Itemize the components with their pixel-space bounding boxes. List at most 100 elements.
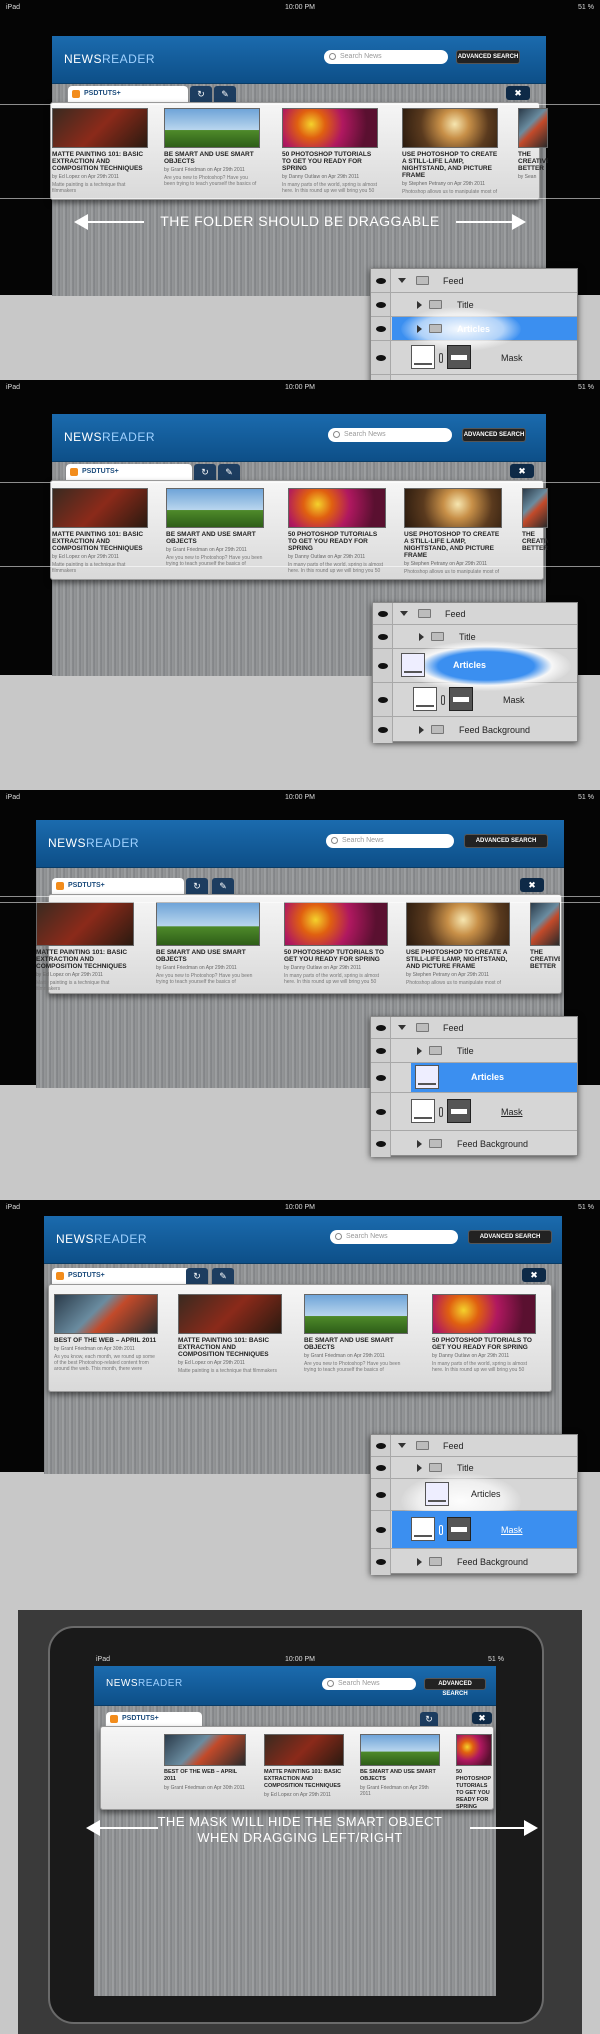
folder-tab[interactable]: PSDTUTS+ bbox=[106, 1712, 202, 1726]
article-card[interactable]: THE CREATIVE BETTER bbox=[530, 902, 560, 970]
tools-button[interactable]: ✎ bbox=[212, 1268, 234, 1284]
search-input[interactable]: Search News bbox=[326, 834, 454, 848]
layer-articles[interactable]: Articles bbox=[371, 1473, 577, 1529]
tools-button[interactable]: ✎ bbox=[212, 878, 234, 894]
layer-mask[interactable]: Mask bbox=[371, 1511, 577, 1549]
article-card[interactable]: BE SMART AND USE SMART OBJECTS by Grant F… bbox=[156, 902, 260, 985]
layers-panel: Feed Title Articles Mask Feed Background bbox=[372, 602, 578, 743]
layer-thumbnail bbox=[411, 345, 435, 369]
layer-feed[interactable]: Feed bbox=[373, 603, 577, 625]
advanced-search-button[interactable]: ADVANCED SEARCH bbox=[456, 50, 520, 64]
arrow-right-icon bbox=[470, 1820, 538, 1836]
nav-bar: NEWSREADER Search News ADVANCED SEARCH bbox=[52, 36, 546, 84]
layer-articles[interactable]: Articles bbox=[371, 307, 577, 351]
article-card[interactable]: 50 PHOTOSHOP TUTORIALS TO GET YOU READY … bbox=[456, 1734, 492, 1811]
article-card[interactable]: BEST OF THE WEB – APRIL 2011 by Grant Fri… bbox=[164, 1734, 246, 1791]
layer-mask[interactable]: Mask bbox=[371, 1093, 577, 1131]
folder-tab[interactable]: PSDTUTS+ bbox=[52, 1268, 194, 1284]
search-input[interactable]: Search News bbox=[324, 50, 448, 64]
layer-articles[interactable]: Articles bbox=[373, 641, 577, 691]
article-card[interactable]: MATTE PAINTING 101: BASIC EXTRACTION AND… bbox=[264, 1734, 344, 1798]
logo: NEWSREADER bbox=[56, 1232, 148, 1246]
article-card[interactable]: 50 PHOTOSHOP TUTORIALS TO GET YOU READY … bbox=[288, 488, 386, 574]
article-card[interactable]: USE PHOTOSHOP TO CREATE A STILL-LIFE LAM… bbox=[402, 108, 498, 195]
folder-icon bbox=[429, 324, 442, 333]
article-card[interactable]: BE SMART AND USE SMART OBJECTS by Grant F… bbox=[164, 108, 260, 187]
search-icon bbox=[333, 431, 340, 438]
refresh-button[interactable]: ↻ bbox=[420, 1712, 438, 1726]
layers-panel: Feed Title Articles Mask Feed Background bbox=[370, 1016, 578, 1157]
step-3-panel: iPad 10:00 PM 51 % NEWSREADER Search News … bbox=[0, 790, 600, 1200]
status-bar: iPad 10:00 PM 51 % bbox=[6, 383, 594, 391]
article-card[interactable]: THE CREATIVE BETTER bbox=[522, 488, 548, 552]
layer-mask[interactable]: Mask bbox=[371, 341, 577, 375]
article-card[interactable]: BE SMART AND USE SMART OBJECTS by Grant F… bbox=[166, 488, 264, 567]
logo: NEWSREADER bbox=[106, 1678, 183, 1689]
layer-feed[interactable]: Feed bbox=[371, 269, 577, 293]
article-card[interactable]: BE SMART AND USE SMART OBJECTS by Grant F… bbox=[360, 1734, 440, 1797]
status-bar: iPad 10:00 PM 51 % bbox=[6, 1203, 594, 1211]
folder-tab[interactable]: PSDTUTS+ bbox=[52, 878, 184, 894]
eye-icon[interactable] bbox=[371, 293, 391, 316]
eye-icon[interactable] bbox=[371, 341, 391, 374]
status-bar: iPad 10:00 PM 51 % bbox=[6, 793, 594, 801]
search-input[interactable]: Search News bbox=[322, 1678, 416, 1690]
layer-feed[interactable]: Feed bbox=[371, 1435, 577, 1457]
advanced-search-button[interactable]: ADVANCED SEARCH bbox=[464, 834, 548, 848]
layer-feed-background[interactable]: Feed Background bbox=[373, 717, 577, 743]
folder-tab[interactable]: PSDTUTS+ bbox=[68, 86, 188, 102]
article-card[interactable]: USE PHOTOSHOP TO CREATE A STILL-LIFE LAM… bbox=[406, 902, 510, 986]
layer-feed-background[interactable]: Feed Background bbox=[371, 1549, 577, 1575]
nav-bar: NEWSREADER Search News ADVANCED SEARCH bbox=[94, 1666, 496, 1706]
refresh-button[interactable]: ↻ bbox=[194, 464, 216, 480]
article-card[interactable]: MATTE PAINTING 101: BASIC EXTRACTION AND… bbox=[52, 108, 148, 194]
close-button[interactable]: ✖ bbox=[506, 86, 530, 100]
tools-button[interactable]: ✎ bbox=[214, 86, 236, 102]
article-card[interactable]: MATTE PAINTING 101: BASIC EXTRACTION AND… bbox=[36, 902, 134, 992]
close-button[interactable]: ✖ bbox=[510, 464, 534, 478]
eye-icon[interactable] bbox=[371, 269, 391, 292]
article-card[interactable]: MATTE PAINTING 101: BASIC EXTRACTION AND… bbox=[52, 488, 148, 574]
article-card[interactable]: USE PHOTOSHOP TO CREATE A STILL-LIFE LAM… bbox=[404, 488, 502, 575]
search-input[interactable]: Search News bbox=[330, 1230, 458, 1244]
step-5-panel: iPad 10:00 PM 51 % NEWSREADER Search News … bbox=[0, 1610, 600, 2034]
advanced-search-button[interactable]: ADVANCED SEARCH bbox=[462, 428, 526, 442]
advanced-search-button[interactable]: ADVANCED SEARCH bbox=[424, 1678, 486, 1697]
search-icon bbox=[329, 53, 336, 60]
article-card[interactable]: THE CREATIVE BETTER by Sean bbox=[518, 108, 548, 180]
eye-icon[interactable] bbox=[371, 317, 391, 340]
article-card[interactable]: BE SMART AND USE SMART OBJECTS by Grant F… bbox=[304, 1294, 408, 1373]
layer-feed-background[interactable]: Feed Background bbox=[371, 1131, 577, 1157]
article-card[interactable]: 50 PHOTOSHOP TUTORIALS TO GET YOU READY … bbox=[284, 902, 388, 985]
folder-tab[interactable]: PSDTUTS+ bbox=[66, 464, 192, 480]
refresh-button[interactable]: ↻ bbox=[190, 86, 212, 102]
advanced-search-button[interactable]: ADVANCED SEARCH bbox=[468, 1230, 552, 1244]
nav-bar: NEWSREADER Search News ADVANCED SEARCH bbox=[36, 820, 564, 868]
layer-articles[interactable]: Articles bbox=[371, 1063, 577, 1093]
article-card[interactable]: MATTE PAINTING 101: BASIC EXTRACTION AND… bbox=[178, 1294, 282, 1374]
layers-panel: Feed Title Articles Mask Feed Background bbox=[370, 1434, 578, 1575]
layer-feed[interactable]: Feed bbox=[371, 1017, 577, 1039]
refresh-button[interactable]: ↻ bbox=[186, 1268, 208, 1284]
logo: NEWSREADER bbox=[64, 52, 156, 66]
article-card[interactable]: BEST OF THE WEB – APRIL 2011 by Grant Fri… bbox=[54, 1294, 158, 1372]
mask-thumbnail bbox=[447, 345, 471, 369]
link-icon bbox=[439, 353, 443, 363]
layer-mask[interactable]: Mask bbox=[373, 683, 577, 717]
search-input[interactable]: Search News bbox=[328, 428, 452, 442]
logo: NEWSREADER bbox=[48, 836, 140, 850]
refresh-button[interactable]: ↻ bbox=[186, 878, 208, 894]
arrow-left-icon bbox=[86, 1820, 158, 1836]
tools-button[interactable]: ✎ bbox=[218, 464, 240, 480]
drag-caption: THE FOLDER SHOULD BE DRAGGABLE bbox=[160, 213, 440, 229]
close-button[interactable]: ✖ bbox=[522, 1268, 546, 1282]
arrow-right-icon bbox=[456, 214, 526, 230]
nav-bar: NEWSREADER Search News ADVANCED SEARCH bbox=[52, 414, 546, 462]
layer-title[interactable]: Title bbox=[371, 1039, 577, 1063]
step-2-panel: iPad 10:00 PM 51 % NEWSREADER Search News … bbox=[0, 380, 600, 790]
close-button[interactable]: ✖ bbox=[472, 1712, 492, 1724]
status-bar: iPad 10:00 PM 51 % bbox=[0, 0, 600, 14]
close-button[interactable]: ✖ bbox=[520, 878, 544, 892]
article-card[interactable]: 50 PHOTOSHOP TUTORIALS TO GET YOU READY … bbox=[282, 108, 378, 194]
article-card[interactable]: 50 PHOTOSHOP TUTORIALS TO GET YOU READY … bbox=[432, 1294, 536, 1373]
